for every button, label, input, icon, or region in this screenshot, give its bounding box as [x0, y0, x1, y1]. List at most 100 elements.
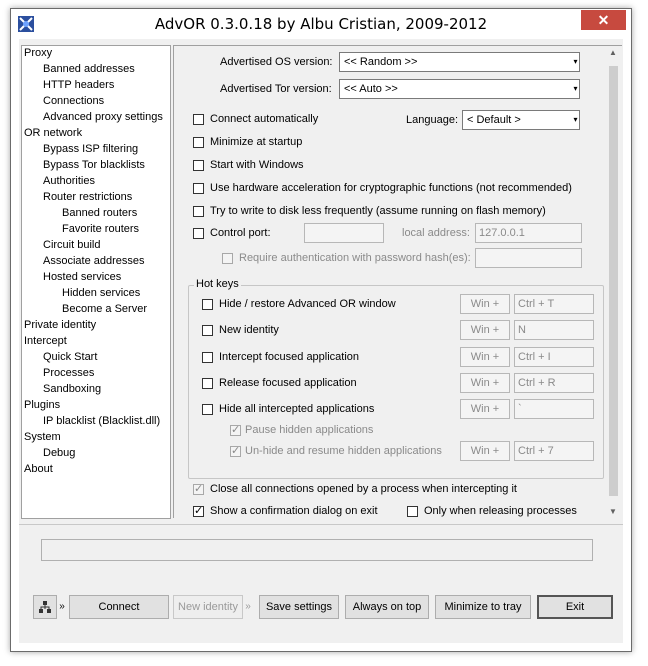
tree-item-ip-blacklist[interactable]: IP blacklist (Blacklist.dll): [43, 415, 160, 427]
hk-release-key[interactable]: Ctrl + R: [514, 373, 594, 393]
disk-less-label: Try to write to disk less frequently (as…: [210, 205, 546, 217]
hk-hide-label: Hide / restore Advanced OR window: [219, 298, 396, 310]
disk-less-checkbox[interactable]: [193, 206, 204, 217]
hk-hide-key[interactable]: Ctrl + T: [514, 294, 594, 314]
hk-new-identity-modifier[interactable]: Win +: [460, 320, 510, 340]
local-address-input[interactable]: 127.0.0.1: [475, 223, 582, 243]
scroll-down-icon[interactable]: ▼: [609, 507, 617, 516]
hk-unhide-key[interactable]: Ctrl + 7: [514, 441, 594, 461]
minimize-tray-button[interactable]: Minimize to tray: [435, 595, 531, 619]
tree-item-quick-start[interactable]: Quick Start: [43, 351, 97, 363]
tree-item-connections[interactable]: Connections: [43, 95, 104, 107]
hk-hide-modifier[interactable]: Win +: [460, 294, 510, 314]
tree-item-banned-addresses[interactable]: Banned addresses: [43, 63, 135, 75]
show-confirm-label: Show a confirmation dialog on exit: [210, 505, 378, 517]
tor-version-label: Advertised Tor version:: [220, 83, 332, 95]
tree-item-advanced-proxy-settings[interactable]: Advanced proxy settings: [43, 111, 163, 123]
show-confirm-checkbox[interactable]: ✓: [193, 505, 204, 517]
language-select[interactable]: < Default > ▾: [462, 110, 580, 130]
dropdown-arrow-icon: ▾: [573, 115, 578, 124]
tree-item-sandboxing[interactable]: Sandboxing: [43, 383, 101, 395]
network-menu-button[interactable]: [33, 595, 57, 619]
tree-item-about[interactable]: About: [24, 463, 53, 475]
settings-scrollbar[interactable]: ▲ ▼: [606, 46, 622, 518]
connect-auto-checkbox[interactable]: [193, 114, 204, 125]
tree-item-circuit-build[interactable]: Circuit build: [43, 239, 100, 251]
control-port-checkbox[interactable]: [193, 228, 204, 239]
hk-new-identity-key[interactable]: N: [514, 320, 594, 340]
tor-version-value: << Auto >>: [344, 83, 398, 95]
tree-item-or-network[interactable]: OR network: [24, 127, 82, 139]
scroll-up-icon[interactable]: ▲: [609, 48, 617, 57]
close-conn-checkbox[interactable]: ✓: [193, 483, 204, 495]
password-hash-input[interactable]: [475, 248, 582, 268]
scroll-thumb[interactable]: [609, 66, 618, 496]
new-identity-more-icon[interactable]: »: [243, 595, 253, 619]
tree-item-favorite-routers[interactable]: Favorite routers: [62, 223, 139, 235]
title-bar[interactable]: AdvOR 0.3.0.18 by Albu Cristian, 2009-20…: [11, 9, 631, 38]
tor-version-select[interactable]: << Auto >> ▾: [339, 79, 580, 99]
hk-unhide-checkbox[interactable]: ✓: [230, 445, 241, 457]
hk-unhide-modifier[interactable]: Win +: [460, 441, 510, 461]
separator: [19, 524, 623, 525]
hk-release-checkbox[interactable]: [202, 378, 213, 389]
tree-item-bypass-tor-blacklists[interactable]: Bypass Tor blacklists: [43, 159, 145, 171]
hk-hide-all-modifier[interactable]: Win +: [460, 399, 510, 419]
tree-item-banned-routers[interactable]: Banned routers: [62, 207, 137, 219]
hk-hide-all-checkbox[interactable]: [202, 404, 213, 415]
tree-item-hosted-services[interactable]: Hosted services: [43, 271, 121, 283]
hk-new-identity-checkbox[interactable]: [202, 325, 213, 336]
hk-release-modifier[interactable]: Win +: [460, 373, 510, 393]
window-title: AdvOR 0.3.0.18 by Albu Cristian, 2009-20…: [154, 15, 488, 33]
hk-hide-all-label: Hide all intercepted applications: [219, 403, 375, 415]
hk-intercept-key-value: Ctrl + I: [518, 351, 551, 363]
hk-pause-hidden-checkbox[interactable]: ✓: [230, 424, 241, 436]
os-version-select[interactable]: << Random >> ▾: [339, 52, 580, 72]
tree-item-router-restrictions[interactable]: Router restrictions: [43, 191, 132, 203]
save-settings-button[interactable]: Save settings: [259, 595, 339, 619]
tree-item-debug[interactable]: Debug: [43, 447, 75, 459]
hk-new-identity-label: New identity: [219, 324, 279, 336]
close-conn-label: Close all connections opened by a proces…: [210, 483, 517, 495]
tree-item-bypass-isp-filtering[interactable]: Bypass ISP filtering: [43, 143, 138, 155]
hk-hide-all-key[interactable]: `: [514, 399, 594, 419]
exit-button[interactable]: Exit: [537, 595, 613, 619]
tree-item-proxy[interactable]: Proxy: [24, 47, 52, 59]
new-identity-button[interactable]: New identity: [173, 595, 243, 619]
tree-item-system[interactable]: System: [24, 431, 61, 443]
control-port-input[interactable]: [304, 223, 384, 243]
require-auth-checkbox[interactable]: [222, 253, 233, 264]
only-release-checkbox[interactable]: [407, 506, 418, 517]
hk-intercept-checkbox[interactable]: [202, 352, 213, 363]
hk-unhide-key-value: Ctrl + 7: [518, 445, 554, 457]
tree-item-authorities[interactable]: Authorities: [43, 175, 95, 187]
connect-button[interactable]: Connect: [69, 595, 169, 619]
local-address-label: local address:: [402, 227, 470, 239]
checkmark-icon: ✓: [231, 445, 241, 457]
navigation-tree[interactable]: Proxy Banned addresses HTTP headers Conn…: [21, 45, 171, 519]
hk-hide-checkbox[interactable]: [202, 299, 213, 310]
tree-item-processes[interactable]: Processes: [43, 367, 94, 379]
hk-intercept-modifier[interactable]: Win +: [460, 347, 510, 367]
checkmark-icon: ✓: [231, 424, 241, 436]
client-area: Proxy Banned addresses HTTP headers Conn…: [19, 39, 623, 643]
hk-intercept-label: Intercept focused application: [219, 351, 360, 363]
tree-item-http-headers[interactable]: HTTP headers: [43, 79, 114, 91]
more-menu-icon[interactable]: »: [57, 595, 67, 619]
start-windows-checkbox[interactable]: [193, 160, 204, 171]
hw-accel-checkbox[interactable]: [193, 183, 204, 194]
tree-item-become-a-server[interactable]: Become a Server: [62, 303, 147, 315]
require-auth-label: Require authentication with password has…: [239, 252, 471, 264]
minimize-startup-checkbox[interactable]: [193, 137, 204, 148]
always-on-top-button[interactable]: Always on top: [345, 595, 429, 619]
control-port-label: Control port:: [210, 227, 271, 239]
hk-intercept-key[interactable]: Ctrl + I: [514, 347, 594, 367]
tree-item-private-identity[interactable]: Private identity: [24, 319, 96, 331]
hotkeys-group-title: Hot keys: [194, 278, 241, 290]
close-button[interactable]: ✕: [581, 10, 626, 30]
tree-item-intercept[interactable]: Intercept: [24, 335, 67, 347]
tree-item-plugins[interactable]: Plugins: [24, 399, 60, 411]
dropdown-arrow-icon: ▾: [573, 84, 578, 93]
tree-item-hidden-services[interactable]: Hidden services: [62, 287, 140, 299]
tree-item-associate-addresses[interactable]: Associate addresses: [43, 255, 145, 267]
